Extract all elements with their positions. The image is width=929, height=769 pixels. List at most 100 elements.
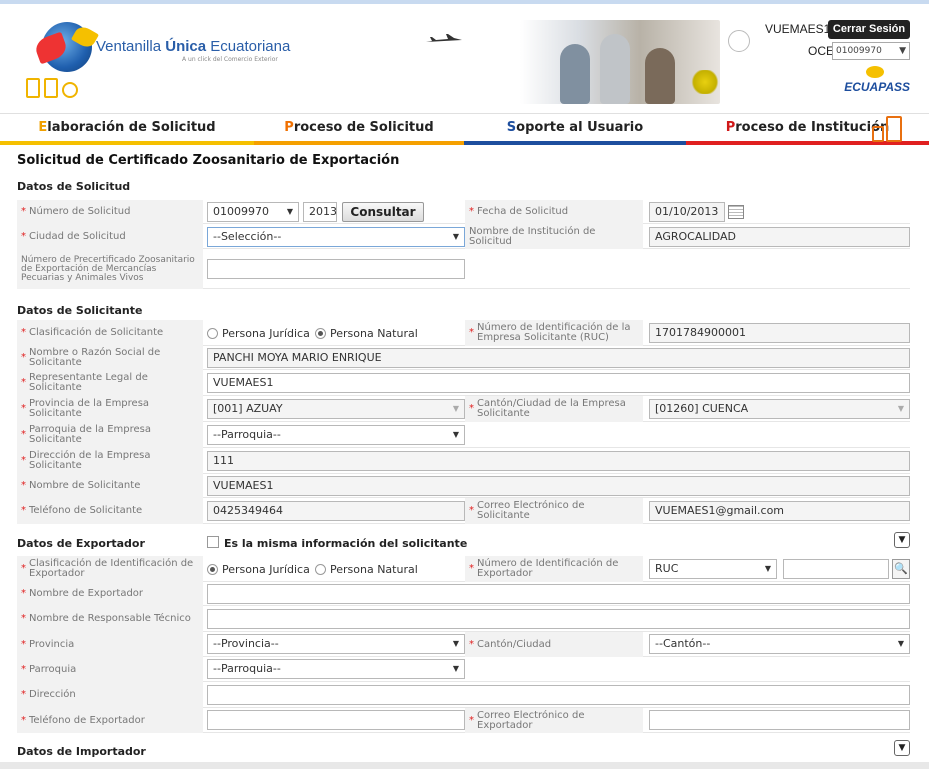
chevron-down-icon: ▼ [452, 232, 460, 241]
form-row: * Representante Legal de Solicitante VUEM… [17, 370, 910, 396]
chevron-down-icon: ▼ [897, 404, 905, 413]
chevron-down-icon: ▼ [452, 404, 460, 413]
direccion-exportador-field[interactable] [207, 685, 910, 705]
form-row: * Nombre de Responsable Técnico [17, 606, 910, 632]
form-row: * Teléfono de Exportador * Correo Electrón… [17, 708, 910, 733]
form-row: * Nombre de Solicitante VUEMAES1 [17, 474, 910, 498]
numero-solicitud-label: * Número de Solicitud [17, 200, 203, 224]
form-row: * Teléfono de Solicitante 0425349464 * Cor… [17, 498, 910, 524]
search-icon[interactable]: 🔍 [892, 559, 910, 579]
ruc-solicitante-label: * Número de Identificación de la Empresa … [465, 320, 643, 346]
form-row: * Parroquia de la Empresa Solicitante --P… [17, 422, 910, 448]
section-title-importador: Datos de Importador [17, 745, 146, 758]
form-row: * Dirección [17, 682, 910, 708]
document-icon [44, 78, 58, 98]
provincia-exportador-label: * Provincia [17, 632, 203, 657]
radio-exp-persona-natural[interactable]: Persona Natural [315, 563, 418, 576]
building-icon [26, 78, 40, 98]
precertificado-field[interactable] [207, 259, 465, 279]
institucion-field[interactable]: AGROCALIDAD [649, 227, 910, 247]
form-row: * Provincia --Provincia-- ▼ * Cantón/Ciudad… [17, 632, 910, 657]
sun-icon [866, 66, 884, 78]
chevron-down-icon: ▼ [897, 639, 905, 648]
user-name: VUEMAES1 [765, 22, 831, 36]
direccion-solicitante-field[interactable]: 111 [207, 451, 910, 471]
parroquia-exportador-label: * Parroquia [17, 657, 203, 682]
provincia-exportador-select[interactable]: --Provincia-- ▼ [207, 634, 465, 654]
section-title-exportador: Datos de Exportador [17, 537, 145, 550]
page-title: Solicitud de Certificado Zoosanitario de… [17, 153, 400, 168]
radio-persona-juridica[interactable]: Persona Jurídica [207, 327, 310, 340]
chevron-down-icon[interactable]: ▼ [894, 740, 910, 756]
same-info-checkbox[interactable] [207, 536, 219, 548]
parroquia-exportador-select[interactable]: --Parroquia-- ▼ [207, 659, 465, 679]
provincia-solicitante-select[interactable]: [001] AZUAY ▼ [207, 399, 465, 419]
form-row: * Ciudad de Solicitud --Selección-- ▼ Nomb… [17, 224, 910, 249]
telefono-solicitante-field[interactable]: 0425349464 [207, 501, 465, 521]
form-row: * Parroquia --Parroquia-- ▼ [17, 657, 910, 682]
telefono-exportador-label: * Teléfono de Exportador [17, 708, 203, 733]
form-row: Número de Precertificado Zoosanitario de… [17, 249, 910, 289]
oce-select[interactable]: 01009970 ▼ [832, 42, 910, 60]
canton-solicitante-select[interactable]: [01260] CUENCA ▼ [649, 399, 910, 419]
correo-exportador-field[interactable] [649, 710, 910, 730]
consultar-button[interactable]: Consultar [342, 202, 424, 222]
radio-persona-natural[interactable]: Persona Natural [315, 327, 418, 340]
logout-button[interactable]: Cerrar Sesión [828, 20, 910, 39]
chevron-down-icon: ▼ [764, 564, 772, 573]
header-mini-icons [26, 78, 96, 102]
form-row: * Dirección de la Empresa Solicitante 111 [17, 448, 910, 474]
num-id-exportador-field[interactable] [783, 559, 889, 579]
fecha-solicitud-label: * Fecha de Solicitud [465, 200, 643, 224]
section-title-solicitante: Datos de Solicitante [17, 304, 143, 317]
chevron-down-icon: ▼ [452, 639, 460, 648]
correo-solicitante-field[interactable]: VUEMAES1@gmail.com [649, 501, 910, 521]
airplane-icon [426, 34, 462, 42]
logo-subtitle: A un click del Comercio Exterior [182, 56, 278, 63]
telefono-exportador-field[interactable] [207, 710, 465, 730]
num-id-exportador-label: * Número de Identificación de Exportador [465, 556, 643, 582]
calendar-icon[interactable] [728, 205, 744, 219]
refresh-icon [62, 82, 78, 98]
nombre-exportador-label: * Nombre de Exportador [17, 582, 203, 606]
nav-proceso-solicitud[interactable]: Proceso de Solicitud [254, 114, 464, 145]
canton-solicitante-label: * Cantón/Ciudad de la Empresa Solicitante [465, 396, 643, 422]
responsable-tecnico-field[interactable] [207, 609, 910, 629]
canton-exportador-label: * Cantón/Ciudad [465, 632, 643, 657]
clasificacion-solicitante-label: * Clasificación de Solicitante [17, 320, 203, 346]
photo-flowers [690, 70, 720, 94]
razon-social-field[interactable]: PANCHI MOYA MARIO ENRIQUE [207, 348, 910, 368]
chevron-down-icon: ▼ [452, 664, 460, 673]
canton-exportador-select[interactable]: --Cantón-- ▼ [649, 634, 910, 654]
form-row: * Nombre de Exportador [17, 582, 910, 606]
globe-logo-icon [42, 22, 92, 72]
oce-label: OCE [808, 44, 835, 58]
chevron-down-icon: ▼ [286, 207, 294, 216]
vue-logo[interactable]: Ventanilla Única Ecuatoriana A un click … [32, 22, 290, 72]
razon-social-label: * Nombre o Razón Social de Solicitante [17, 346, 203, 370]
logo-text: Ventanilla Única Ecuatoriana [96, 38, 291, 55]
institution-icon [872, 116, 910, 146]
chevron-down-icon: ▼ [899, 46, 906, 56]
representante-field[interactable]: VUEMAES1 [207, 373, 910, 393]
ruc-solicitante-field[interactable]: 1701784900001 [649, 323, 910, 343]
bottom-scroll-bar[interactable] [0, 762, 929, 769]
numero-solicitud-year[interactable]: 2013 [303, 202, 337, 222]
chevron-down-icon: ▼ [452, 430, 460, 439]
fecha-solicitud-field[interactable]: 01/10/2013 [649, 202, 725, 222]
ciudad-solicitud-select[interactable]: --Selección-- ▼ [207, 227, 465, 247]
tipo-id-exportador-select[interactable]: RUC ▼ [649, 559, 777, 579]
chevron-down-icon[interactable]: ▼ [894, 532, 910, 548]
nav-soporte-usuario[interactable]: Soporte al Usuario [464, 114, 686, 145]
nombre-solicitante-field[interactable]: VUEMAES1 [207, 476, 910, 496]
form-row: * Número de Solicitud 01009970 ▼ 2013 Cons… [17, 200, 910, 224]
parroquia-solicitante-select[interactable]: --Parroquia-- ▼ [207, 425, 465, 445]
telefono-solicitante-label: * Teléfono de Solicitante [17, 498, 203, 524]
numero-solicitud-select[interactable]: 01009970 ▼ [207, 202, 299, 222]
nombre-exportador-field[interactable] [207, 584, 910, 604]
header-photo [520, 20, 720, 104]
same-info-label: Es la misma información del solicitante [224, 537, 468, 550]
form-row: * Nombre o Razón Social de Solicitante PA… [17, 346, 910, 370]
radio-exp-persona-juridica[interactable]: Persona Jurídica [207, 563, 310, 576]
nav-elaboracion-solicitud[interactable]: Elaboración de Solicitud [0, 114, 254, 145]
